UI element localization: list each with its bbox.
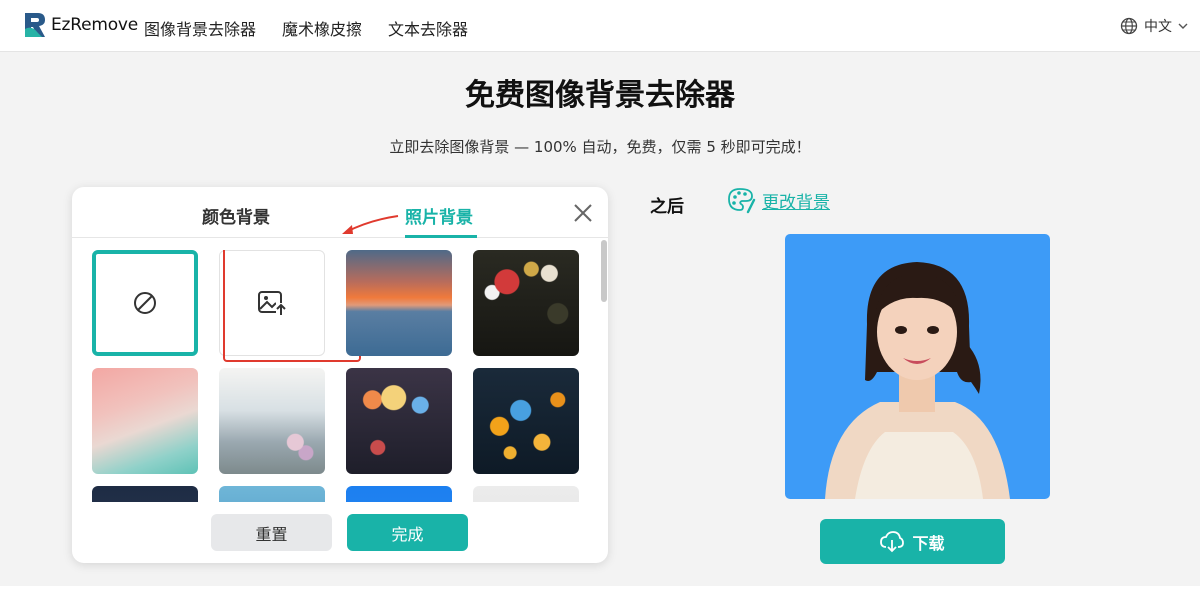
after-label: 之后	[650, 197, 684, 217]
prohibited-icon	[134, 292, 156, 314]
upload-photo-tile[interactable]	[219, 250, 325, 356]
sunset-sea-tile[interactable]	[346, 250, 452, 356]
photo-background-grid	[92, 250, 582, 502]
download-button[interactable]: 下载	[820, 519, 1005, 564]
portrait-figure	[825, 262, 1010, 499]
page-subtitle: 立即去除图像背景 — 100% 自动，免费，仅需 5 秒即可完成！	[389, 138, 811, 156]
night-sky-tile[interactable]	[92, 486, 198, 502]
nav-item-text-remover[interactable]: 文本去除器	[388, 16, 468, 40]
image-upload-icon	[258, 291, 286, 316]
reset-button[interactable]: 重置	[211, 514, 332, 551]
language-selector[interactable]: 中文	[1120, 16, 1188, 36]
chevron-down-icon	[1178, 23, 1188, 29]
raindrops-light-tile[interactable]	[219, 368, 325, 474]
language-label: 中文	[1144, 19, 1172, 35]
nav-item-magic-eraser[interactable]: 魔术橡皮擦	[282, 16, 362, 40]
logo[interactable]: EzRemove	[22, 11, 138, 39]
cloud-download-icon	[880, 530, 905, 552]
logo-text: EzRemove	[51, 15, 139, 35]
top-navigation-bar: EzRemove 图像背景去除器 魔术橡皮擦 文本去除器 中文	[0, 0, 1200, 52]
palette-icon	[728, 188, 756, 214]
scrollbar-thumb[interactable]	[601, 240, 607, 302]
ezremove-logo-icon	[25, 13, 45, 37]
pink-teal-brush-tile[interactable]	[92, 368, 198, 474]
city-rain-tile[interactable]	[346, 368, 452, 474]
rain-bokeh-tile[interactable]	[473, 250, 579, 356]
palm-sea-tile[interactable]	[219, 486, 325, 502]
annotation-arrow-icon	[342, 215, 399, 234]
tab-photo-background[interactable]: 照片背景	[405, 203, 473, 228]
change-background-label: 更改背景	[762, 192, 830, 213]
grid-scrollbar[interactable]	[600, 239, 608, 501]
result-preview-image	[785, 234, 1050, 499]
page-title: 免费图像背景去除器	[465, 78, 735, 113]
white-texture-tile[interactable]	[473, 486, 579, 502]
blue-gradient-tile[interactable]	[346, 486, 452, 502]
download-label: 下载	[912, 533, 945, 553]
change-background-link[interactable]: 更改背景	[726, 186, 830, 214]
background-picker-dialog: 颜色背景 照片背景 重置 完成	[72, 187, 608, 563]
footer-band	[0, 586, 1200, 590]
no-background-tile[interactable]	[92, 250, 198, 356]
main-nav: 图像背景去除器 魔术橡皮擦 文本去除器	[144, 16, 494, 40]
globe-icon	[1120, 17, 1138, 35]
gold-bokeh-tile[interactable]	[473, 368, 579, 474]
active-tab-indicator	[405, 235, 477, 238]
nav-item-background-remover[interactable]: 图像背景去除器	[144, 16, 256, 40]
close-icon[interactable]	[572, 202, 594, 224]
tab-color-background[interactable]: 颜色背景	[202, 203, 270, 228]
done-button[interactable]: 完成	[347, 514, 468, 551]
